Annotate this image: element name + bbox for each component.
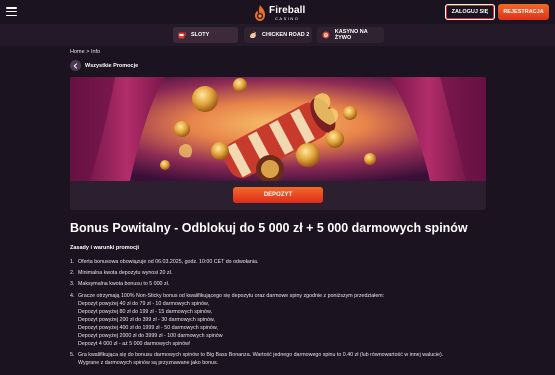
breadcrumb[interactable]: Home > Info: [70, 49, 100, 55]
back-label: Wszystkie Promocje: [85, 62, 139, 69]
fireball-logo[interactable]: Fireball CASINO: [253, 4, 305, 22]
list-item: 3. Maksymalna kwota bonusu to 5 000 zł.: [70, 280, 169, 288]
chevron-left-icon[interactable]: [70, 60, 81, 71]
register-button[interactable]: REJESTRACJA: [498, 4, 549, 20]
logo-subtitle: CASINO: [275, 15, 300, 21]
rule-number: 5.: [70, 352, 75, 358]
nav-item-slots[interactable]: SLOTY: [173, 27, 238, 43]
nav-item-live-casino[interactable]: KASYNO NA ŻYWO: [317, 27, 384, 43]
rules-heading: Zasady i warunki promocji: [70, 245, 140, 251]
flame-logo-icon: [255, 5, 265, 21]
deposit-button[interactable]: DEPOZYT: [233, 187, 323, 203]
login-button[interactable]: ZALOGUJ SIĘ: [445, 4, 495, 20]
rule-text: Oferta bonusowa obowiązuje od 06.03.2025…: [78, 259, 259, 265]
promo-banner-image: [70, 77, 486, 181]
rule-text: Maksymalna kwota bonusu to 5 000 zł.: [78, 281, 170, 287]
category-nav: SLOTY CHICKEN ROAD 2 KASYNO NA ŻYWO: [0, 24, 555, 46]
slot-machine-icon: [178, 32, 186, 39]
rule-subline: Depozyt powyżej 40 zł do 79 zł - 10 darm…: [78, 301, 210, 307]
list-item: 5. Gra kwalifikująca się do bonusu darmow…: [70, 351, 444, 366]
nav-item-label: KASYNO NA ŻYWO: [334, 29, 368, 41]
roulette-icon: [322, 31, 330, 39]
logo-wordmark: Fireball: [269, 4, 306, 16]
hamburger-menu-icon[interactable]: [6, 7, 17, 16]
rule-subline: Depozyt powyżej 400 zł do 1999 zł - 50 d…: [78, 325, 218, 331]
rule-number: 2.: [70, 270, 75, 276]
nav-item-chicken-road[interactable]: CHICKEN ROAD 2: [244, 27, 312, 43]
rule-subline: Depozyt powyżej 80 zł do 199 zł - 15 dar…: [78, 309, 212, 315]
nav-item-label: SLOTY: [191, 32, 210, 38]
rule-number: 4.: [70, 293, 75, 299]
top-header: Fireball CASINO ZALOGUJ SIĘ REJESTRACJA: [0, 0, 555, 24]
rule-number: 3.: [70, 281, 75, 287]
rule-text: Minimalna kwota depozytu wynosi 20 zł.: [78, 270, 173, 276]
list-item: 1. Oferta bonusowa obowiązuje od 06.03.20…: [70, 258, 258, 266]
rule-subline: Depozyt powyżej 200 zł do 399 zł - 30 da…: [78, 317, 215, 323]
nav-item-label: CHICKEN ROAD 2: [262, 32, 310, 38]
back-to-promotions[interactable]: Wszystkie Promocje: [70, 60, 138, 71]
promo-title: Bonus Powitalny - Odblokuj do 5 000 zł +…: [70, 221, 468, 235]
rule-number: 1.: [70, 259, 75, 265]
rule-text: Gra kwalifikująca się do bonusu darmowyc…: [78, 352, 444, 358]
rule-subline: Depozyt 4 000 zł - aż 5 000 darmowych sp…: [78, 341, 191, 347]
rule-text: Gracze otrzymają 100% Non-Sticky bonus o…: [78, 293, 385, 299]
list-item: 4. Gracze otrzymają 100% Non-Sticky bonus…: [70, 292, 385, 347]
rule-subline: Wygrane z darmowych spinów są przyznawan…: [78, 360, 219, 366]
list-item: 2. Minimalna kwota depozytu wynosi 20 zł.: [70, 269, 172, 277]
rule-subline: Depozyt powyżej 2000 zł do 3999 zł - 100…: [78, 333, 223, 339]
chicken-icon: [250, 31, 256, 38]
